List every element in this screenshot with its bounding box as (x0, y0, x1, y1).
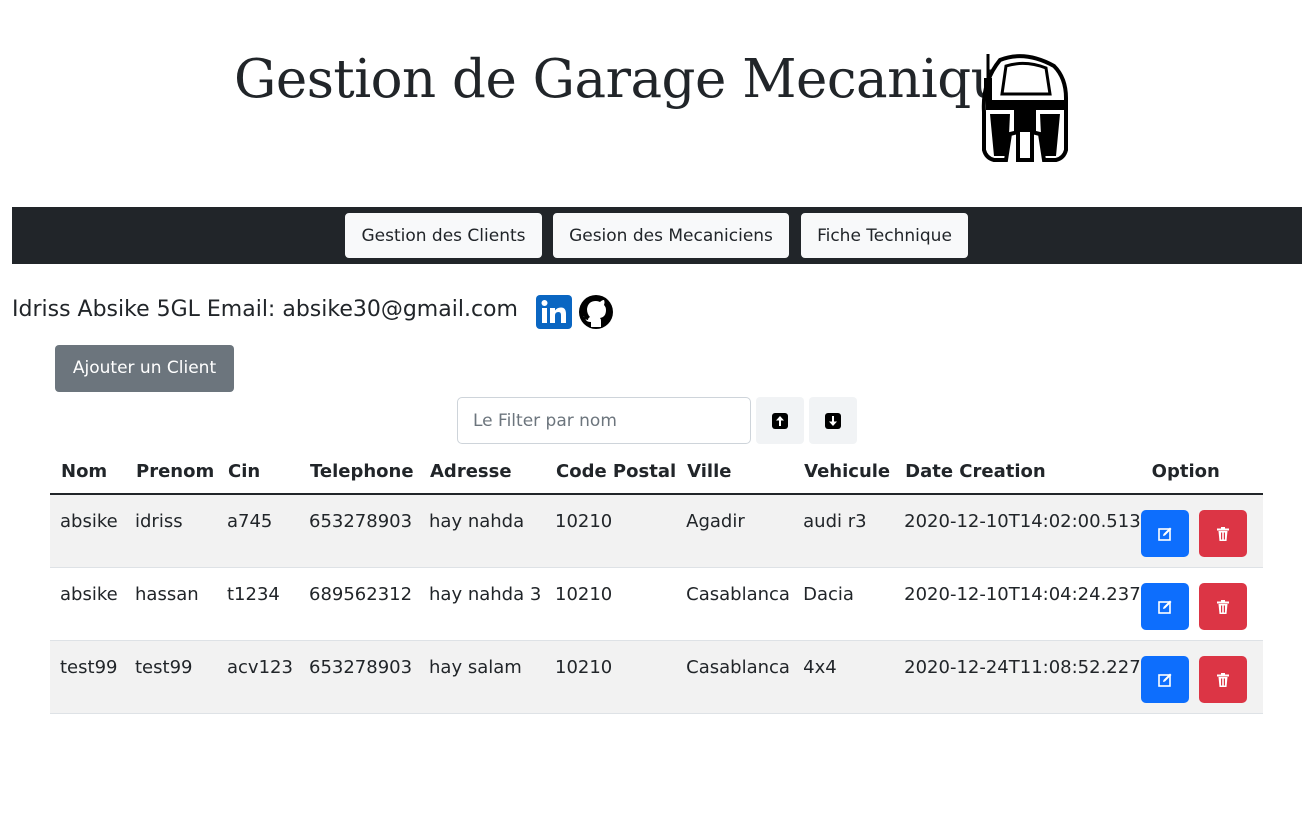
cell-prenom: idriss (125, 494, 217, 568)
cell-vehicule: audi r3 (793, 494, 895, 568)
cell-prenom: test99 (125, 640, 217, 714)
column-header-nom: Nom (50, 450, 125, 495)
cell-option (1140, 567, 1263, 641)
cell-option (1140, 494, 1263, 568)
sort-descending-button[interactable] (809, 397, 857, 444)
nav-gestion-mecaniciens-button[interactable]: Gesion des Mecaniciens (553, 213, 789, 258)
trash-icon (1216, 600, 1229, 614)
helmet-logo-icon (981, 54, 1068, 162)
page-title: Gestion de Garage Mecanique (234, 49, 1036, 110)
column-header-vehicule: Vehicule (793, 450, 895, 495)
cell-adresse: hay salam (419, 640, 545, 714)
cell-date-creation: 2020-12-10T14:02:00.513 (894, 494, 1141, 568)
cell-prenom: hassan (125, 567, 217, 641)
cell-adresse: hay nahda 3 (419, 567, 545, 641)
cell-code-postal: 10210 (545, 640, 677, 714)
table-row: test99 test99 acv123 653278903 hay salam… (50, 640, 1263, 714)
edit-icon (1157, 527, 1172, 541)
edit-icon (1157, 600, 1172, 614)
cell-telephone: 653278903 (299, 494, 419, 568)
cell-date-creation: 2020-12-24T11:08:52.227 (894, 640, 1141, 714)
github-icon[interactable] (578, 294, 614, 330)
nav-fiche-technique-button[interactable]: Fiche Technique (801, 213, 968, 258)
edit-button[interactable] (1140, 510, 1189, 557)
cell-ville: Casablanca (676, 567, 794, 641)
trash-icon (1216, 527, 1229, 541)
navbar: Gestion des Clients Gesion des Mecanicie… (12, 207, 1302, 264)
author-info: Idriss Absike 5GL Email: absike30@gmail.… (12, 293, 518, 327)
linkedin-icon[interactable] (536, 295, 572, 329)
cell-telephone: 653278903 (299, 640, 419, 714)
edit-button[interactable] (1140, 583, 1189, 630)
cell-ville: Casablanca (676, 640, 794, 714)
filter-by-name-input[interactable] (457, 397, 751, 444)
cell-code-postal: 10210 (545, 567, 677, 641)
nav-gestion-clients-button[interactable]: Gestion des Clients (345, 213, 542, 258)
cell-cin: a745 (217, 494, 299, 568)
column-header-telephone: Telephone (299, 450, 419, 495)
cell-ville: Agadir (676, 494, 794, 568)
column-header-code-postal: Code Postal (545, 450, 677, 495)
delete-button[interactable] (1198, 583, 1247, 630)
edit-button[interactable] (1140, 656, 1189, 703)
page-header: Gestion de Garage Mecanique (0, 40, 1308, 170)
clients-table: Nom Prenom Cin Telephone Adresse Code Po… (50, 450, 1263, 714)
author-text: Idriss Absike 5GL Email: absike30@gmail.… (12, 297, 518, 322)
cell-nom: absike (50, 567, 125, 641)
table-row: absike idriss a745 653278903 hay nahda 1… (50, 494, 1263, 568)
delete-button[interactable] (1198, 510, 1247, 557)
cell-vehicule: 4x4 (793, 640, 895, 714)
column-header-cin: Cin (217, 450, 299, 495)
edit-icon (1157, 673, 1172, 687)
cell-date-creation: 2020-12-10T14:04:24.237 (894, 567, 1141, 641)
column-header-date-creation: Date Creation (894, 450, 1141, 495)
column-header-option: Option (1140, 450, 1263, 495)
arrow-down-icon (825, 413, 841, 429)
table-row: absike hassan t1234 689562312 hay nahda … (50, 567, 1263, 641)
cell-code-postal: 10210 (545, 494, 677, 568)
cell-telephone: 689562312 (299, 567, 419, 641)
sort-ascending-button[interactable] (756, 397, 804, 444)
cell-cin: t1234 (217, 567, 299, 641)
column-header-adresse: Adresse (419, 450, 545, 495)
cell-option (1140, 640, 1263, 714)
cell-nom: test99 (50, 640, 125, 714)
delete-button[interactable] (1198, 656, 1247, 703)
add-client-button[interactable]: Ajouter un Client (55, 345, 234, 392)
cell-nom: absike (50, 494, 125, 568)
table-header-row: Nom Prenom Cin Telephone Adresse Code Po… (50, 450, 1263, 495)
column-header-ville: Ville (676, 450, 794, 495)
cell-adresse: hay nahda (419, 494, 545, 568)
trash-icon (1216, 673, 1229, 687)
column-header-prenom: Prenom (125, 450, 217, 495)
arrow-up-icon (772, 413, 788, 429)
cell-cin: acv123 (217, 640, 299, 714)
cell-vehicule: Dacia (793, 567, 895, 641)
